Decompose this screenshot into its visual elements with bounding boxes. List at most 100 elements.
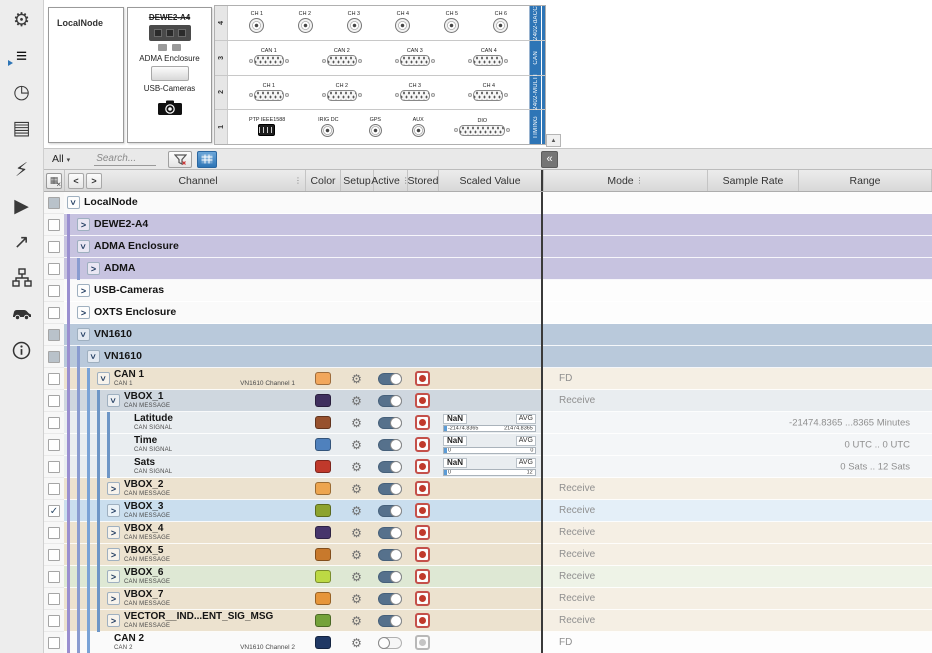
expand-expanded-icon[interactable]: > (77, 240, 90, 253)
table-row[interactable]: >VBOX_4CAN MESSAGE⚙Receive (44, 522, 932, 544)
localnode-card[interactable]: LocalNode (48, 7, 124, 143)
expand-collapsed-icon[interactable]: > (107, 504, 120, 517)
expand-collapsed-icon[interactable]: > (107, 482, 120, 495)
scope-dropdown[interactable]: All ▾ (52, 153, 70, 165)
color-swatch[interactable] (315, 482, 331, 495)
row-checkbox[interactable] (48, 307, 60, 319)
active-toggle[interactable] (378, 637, 402, 649)
deselect-all-button[interactable]: ▦ × (46, 173, 62, 189)
table-row[interactable]: >VECTOR__IND...ENT_SIG_MSGCAN MESSAGE⚙Re… (44, 610, 932, 632)
sidebar-item-channel-list[interactable]: ≡ (0, 38, 43, 74)
gear-icon[interactable]: ⚙ (351, 439, 362, 451)
gear-icon[interactable]: ⚙ (351, 637, 362, 649)
expand-collapsed-icon[interactable]: > (77, 284, 90, 297)
row-checkbox[interactable]: ✓ (48, 505, 60, 517)
row-checkbox[interactable] (48, 483, 60, 495)
row-checkbox[interactable] (48, 219, 60, 231)
nav-next-button[interactable]: > (86, 173, 102, 189)
color-swatch[interactable] (315, 548, 331, 561)
sidebar-item-vehicle[interactable] (0, 296, 43, 332)
color-swatch[interactable] (315, 372, 331, 385)
gear-icon[interactable]: ⚙ (351, 505, 362, 517)
stored-record-button[interactable] (415, 525, 430, 540)
table-row[interactable]: TimeCAN SIGNAL⚙NaNAVG000 UTC .. 0 UTC (44, 434, 932, 456)
table-row[interactable]: >USB-Cameras (44, 280, 932, 302)
stored-record-button[interactable] (415, 613, 430, 628)
column-header-mode[interactable]: Mode (607, 175, 633, 187)
gear-icon[interactable]: ⚙ (351, 483, 362, 495)
row-checkbox[interactable] (48, 263, 60, 275)
row-checkbox[interactable] (48, 549, 60, 561)
active-toggle[interactable] (378, 527, 402, 539)
gear-icon[interactable]: ⚙ (351, 395, 362, 407)
table-row[interactable]: >DEWE2-A4 (44, 214, 932, 236)
table-row[interactable]: >VN1610 (44, 346, 932, 368)
stored-record-button[interactable] (415, 591, 430, 606)
row-checkbox[interactable] (48, 417, 60, 429)
table-row[interactable]: LatitudeCAN SIGNAL⚙NaNAVG-21474.83652147… (44, 412, 932, 434)
stored-record-button[interactable] (415, 547, 430, 562)
row-checkbox[interactable] (48, 329, 60, 341)
color-swatch[interactable] (315, 438, 331, 451)
gear-icon[interactable]: ⚙ (351, 417, 362, 429)
clear-filter-button[interactable] (168, 151, 192, 168)
row-checkbox[interactable] (48, 197, 60, 209)
expand-expanded-icon[interactable]: > (67, 196, 80, 209)
gear-icon[interactable]: ⚙ (351, 571, 362, 583)
table-row[interactable]: >VBOX_5CAN MESSAGE⚙Receive (44, 544, 932, 566)
table-row[interactable]: >OXTS Enclosure (44, 302, 932, 324)
expand-collapsed-icon[interactable]: > (77, 218, 90, 231)
table-row[interactable]: >VN1610 (44, 324, 932, 346)
color-swatch[interactable] (315, 460, 331, 473)
active-toggle[interactable] (378, 571, 402, 583)
row-checkbox[interactable] (48, 637, 60, 649)
stored-record-button[interactable] (415, 371, 430, 386)
color-swatch[interactable] (315, 636, 331, 649)
sidebar-item-export[interactable]: ↗ (0, 224, 43, 260)
expand-expanded-icon[interactable]: > (87, 350, 100, 363)
table-row[interactable]: >ADMA Enclosure (44, 236, 932, 258)
row-checkbox[interactable] (48, 593, 60, 605)
row-checkbox[interactable] (48, 373, 60, 385)
column-header-channel[interactable]: Channel (104, 175, 292, 187)
row-checkbox[interactable] (48, 571, 60, 583)
expand-collapsed-icon[interactable]: > (107, 570, 120, 583)
table-row[interactable]: >LocalNode (44, 192, 932, 214)
sidebar-item-live[interactable]: ⚡ (0, 152, 43, 188)
expand-collapsed-icon[interactable]: > (107, 526, 120, 539)
table-row[interactable]: CAN 2CAN 2VN1610 Channel 2⚙FD (44, 632, 932, 653)
active-toggle[interactable] (378, 373, 402, 385)
stored-record-button[interactable] (415, 415, 430, 430)
stored-record-button[interactable] (415, 437, 430, 452)
table-row[interactable]: >ADMA (44, 258, 932, 280)
active-toggle[interactable] (378, 615, 402, 627)
color-swatch[interactable] (315, 416, 331, 429)
active-toggle[interactable] (378, 417, 402, 429)
active-toggle[interactable] (378, 483, 402, 495)
expand-collapsed-icon[interactable]: > (107, 614, 120, 627)
table-row[interactable]: SatsCAN SIGNAL⚙NaNAVG0120 Sats .. 12 Sat… (44, 456, 932, 478)
row-checkbox[interactable] (48, 395, 60, 407)
expand-collapsed-icon[interactable]: > (87, 262, 100, 275)
column-header-stored[interactable]: Stored (408, 175, 439, 187)
expand-expanded-icon[interactable]: > (107, 394, 120, 407)
device-stack-card[interactable]: DEWE2-A4 ADMA Enclosure USB-Cameras (127, 7, 212, 143)
sidebar-item-topology[interactable] (0, 260, 43, 296)
sidebar-item-info[interactable] (0, 332, 43, 368)
color-swatch[interactable] (315, 570, 331, 583)
row-checkbox[interactable] (48, 439, 60, 451)
sidebar-item-settings[interactable]: ⚙ (0, 2, 43, 38)
column-header-scaled-value[interactable]: Scaled Value (459, 175, 520, 187)
table-row[interactable]: >CAN 1CAN 1VN1610 Channel 1⚙FD (44, 368, 932, 390)
stored-record-button[interactable] (415, 635, 430, 650)
search-input[interactable] (94, 152, 156, 166)
row-checkbox[interactable] (48, 241, 60, 253)
active-toggle[interactable] (378, 505, 402, 517)
table-row[interactable]: ✓>VBOX_3CAN MESSAGE⚙Receive (44, 500, 932, 522)
active-toggle[interactable] (378, 593, 402, 605)
row-checkbox[interactable] (48, 461, 60, 473)
stored-record-button[interactable] (415, 569, 430, 584)
gear-icon[interactable]: ⚙ (351, 593, 362, 605)
scroll-up-button[interactable]: ▲ (546, 134, 561, 147)
color-swatch[interactable] (315, 592, 331, 605)
